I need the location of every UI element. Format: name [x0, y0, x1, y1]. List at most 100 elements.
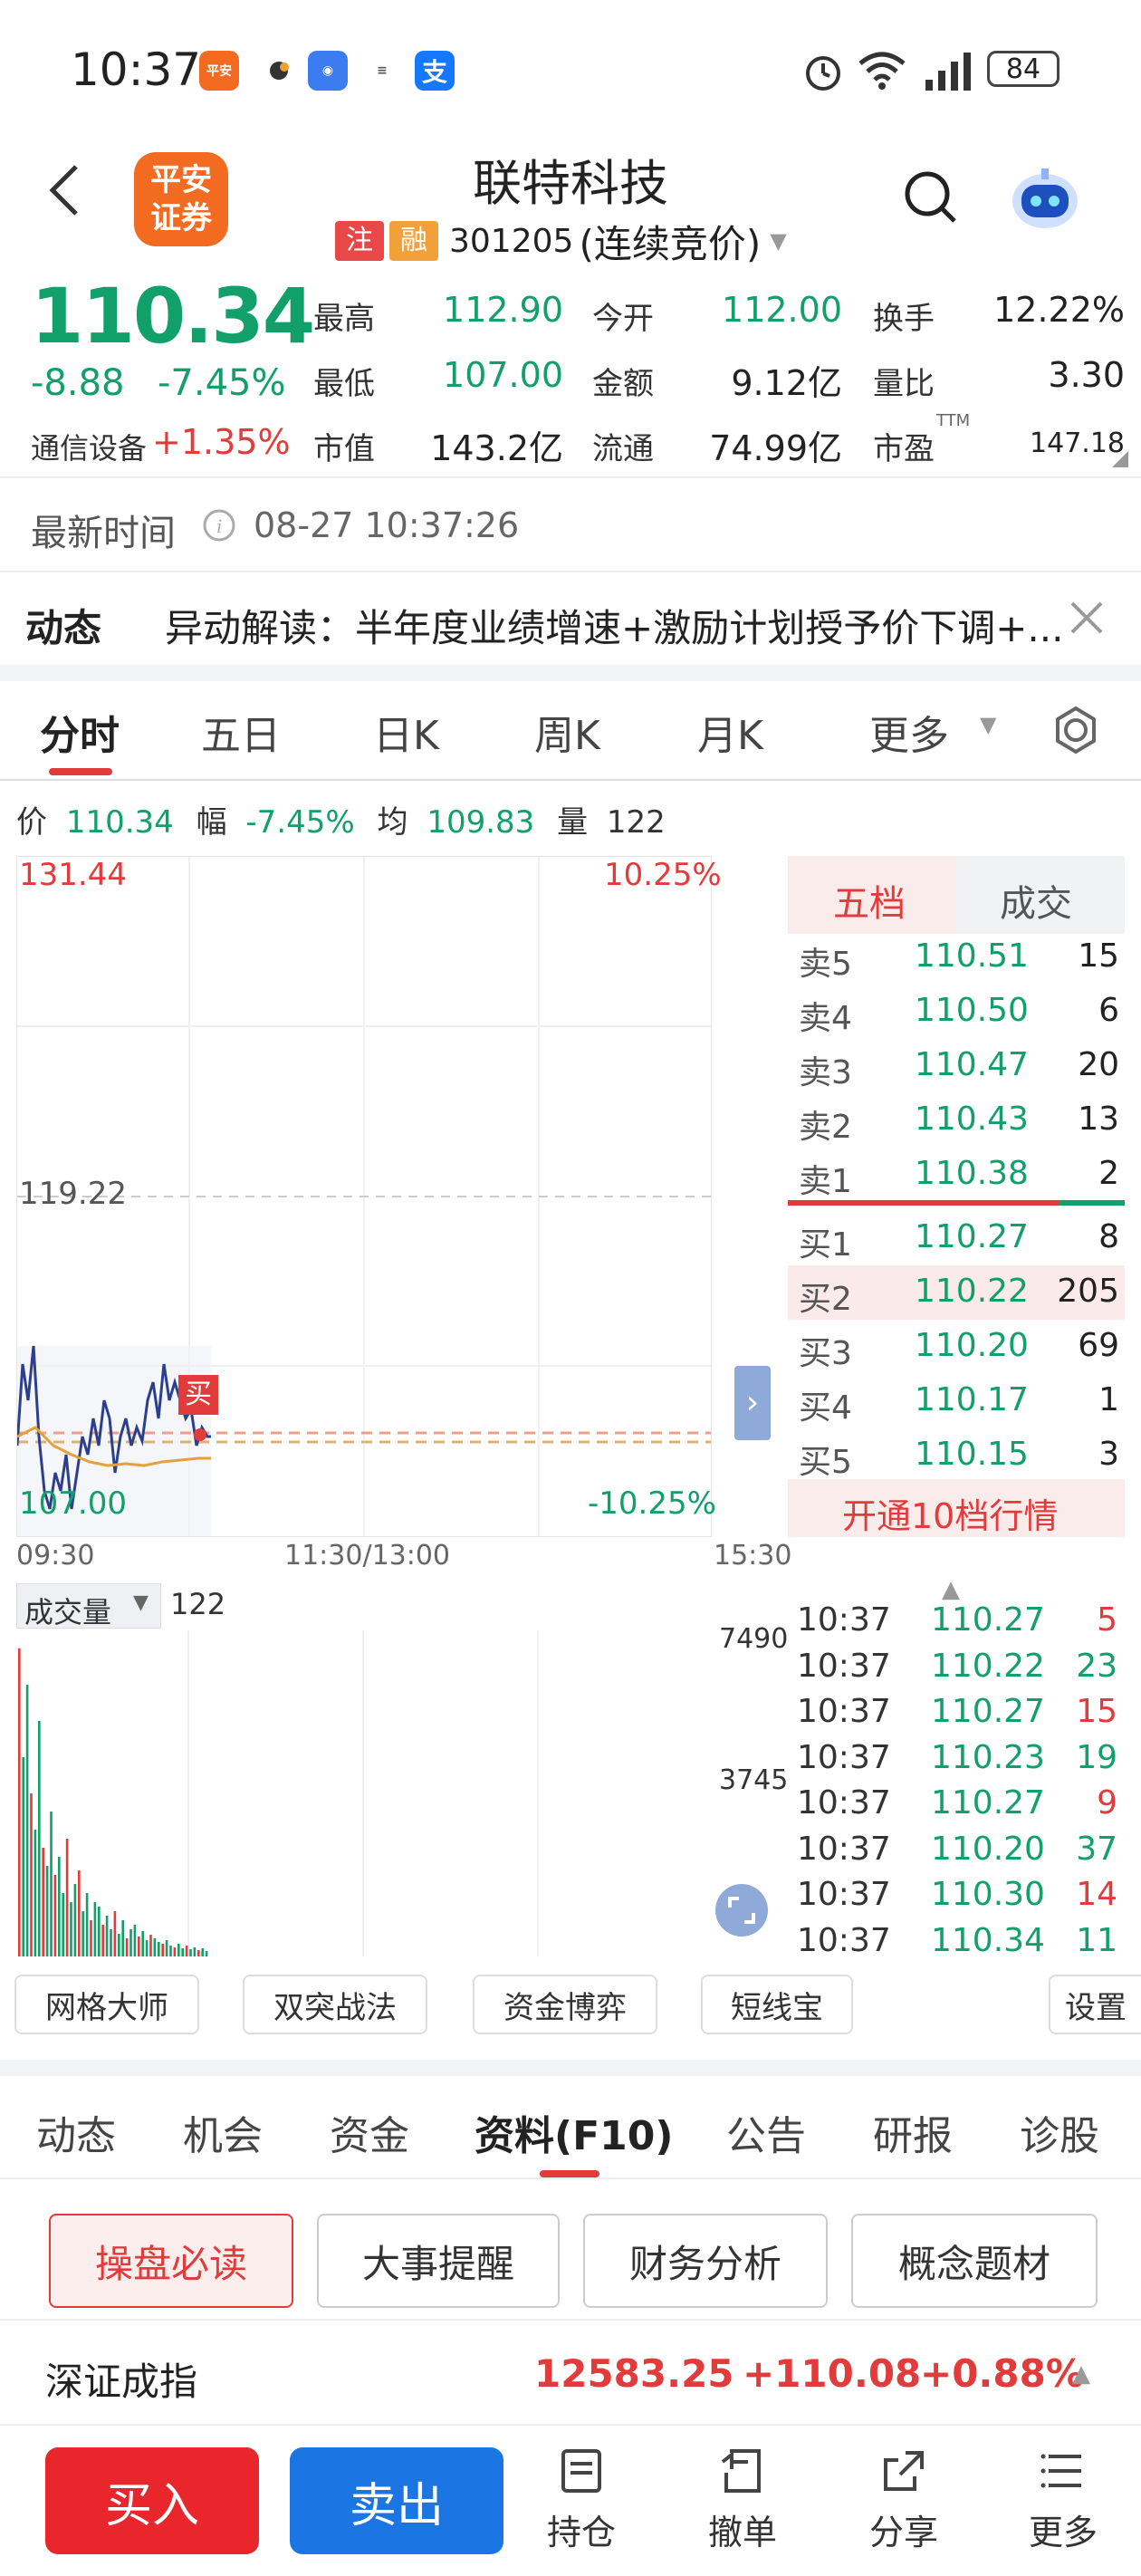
news-label: 动态 — [25, 606, 102, 650]
close-icon[interactable] — [1069, 600, 1105, 636]
asks-row[interactable]: 卖4 110.50 6 — [788, 985, 1125, 1039]
tick-price: 110.22 — [931, 1647, 1045, 1685]
btn-financials[interactable]: 财务分析 — [583, 2214, 828, 2308]
sector-name[interactable]: 通信设备 — [31, 426, 147, 467]
tick-volume: 15 — [1076, 1693, 1117, 1730]
sell-button[interactable]: 卖出 — [290, 2447, 503, 2554]
low-value: 107.00 — [443, 355, 563, 395]
nav-share[interactable]: 分享 — [849, 2446, 958, 2554]
expand-panel-icon[interactable]: › — [734, 1366, 771, 1440]
volume-bar — [153, 1938, 157, 1956]
nav-positions[interactable]: 持仓 — [527, 2446, 636, 2554]
tick-price: 110.27 — [931, 1693, 1045, 1730]
tick-price: 110.30 — [931, 1876, 1045, 1913]
asks-label: 卖3 — [799, 1054, 852, 1091]
btn-trading-must-read[interactable]: 操盘必读 — [49, 2214, 293, 2308]
asks-price: 110.47 — [915, 1046, 1029, 1083]
buy-button[interactable]: 买入 — [45, 2447, 259, 2554]
tab-research[interactable]: 研报 — [873, 2103, 953, 2161]
tab-announcements[interactable]: 公告 — [726, 2103, 806, 2161]
axis-bottom-price: 107.00 — [19, 1485, 127, 1522]
tool-short-term[interactable]: 短线宝 — [701, 1975, 853, 2034]
fullscreen-icon[interactable] — [714, 1882, 770, 1938]
stock-subtitle[interactable]: 注 融 301205 (连续竞价) ▼ — [335, 216, 787, 266]
ask-bid-divider-red — [788, 1200, 1060, 1206]
tab-monthly-k[interactable]: 月K — [697, 703, 763, 761]
info-icon[interactable]: i — [201, 507, 237, 543]
asks-row[interactable]: 卖5 110.51 15 — [788, 930, 1125, 985]
bids-price: 110.27 — [915, 1218, 1029, 1255]
asks-volume: 13 — [1078, 1101, 1119, 1138]
news-ticker[interactable]: 动态 异动解读：半年度业绩增速+激励计划授予价下调+... — [0, 571, 1141, 665]
tab-daily-k[interactable]: 日K — [373, 703, 439, 761]
price-change: -8.88 — [31, 362, 125, 404]
bids-row[interactable]: 买4 110.17 1 — [788, 1374, 1125, 1428]
tab-capital[interactable]: 资金 — [330, 2103, 409, 2161]
tab-trades[interactable]: 成交 — [956, 856, 1125, 934]
asks-row[interactable]: 卖1 110.38 2 — [788, 1148, 1125, 1202]
tool-grid-master[interactable]: 网格大师 — [14, 1975, 199, 2034]
volume-bar — [105, 1916, 109, 1956]
volume-bar — [129, 1929, 132, 1956]
pingan-app-icon: 平安 — [199, 51, 239, 91]
tab-more[interactable]: 更多 — [869, 703, 949, 761]
volume-selector[interactable]: 成交量 ▼ — [16, 1583, 161, 1629]
index-name: 深证成指 — [45, 2360, 198, 2404]
turnover-label: 换手 — [873, 301, 935, 337]
bids-row[interactable]: 买3 110.20 69 — [788, 1320, 1125, 1374]
tick-price: 110.27 — [931, 1784, 1045, 1821]
intraday-chart[interactable]: 131.44 10.25% 119.22 107.00 -10.25% 买 › — [16, 856, 771, 1537]
tab-opportunity[interactable]: 机会 — [183, 2103, 263, 2161]
volume-bar — [185, 1946, 188, 1956]
btn-events[interactable]: 大事提醒 — [317, 2214, 560, 2308]
buy-marker[interactable]: 买 — [178, 1375, 218, 1415]
volume-bar — [141, 1931, 144, 1956]
search-icon[interactable] — [902, 168, 960, 226]
asks-label: 卖2 — [799, 1109, 852, 1146]
tab-trades-label: 成交 — [1000, 883, 1072, 925]
asks-label: 卖4 — [799, 1000, 852, 1037]
volume-bar — [113, 1911, 117, 1956]
open-10-levels-button[interactable]: 开通10档行情 — [788, 1479, 1125, 1537]
nav-cancel-order[interactable]: 撤单 — [688, 2446, 797, 2554]
tab-weekly-k[interactable]: 周K — [534, 703, 600, 761]
bids-row[interactable]: 买5 110.15 3 — [788, 1428, 1125, 1483]
cancel-order-icon — [721, 2449, 761, 2493]
tab-5day[interactable]: 五日 — [201, 703, 281, 761]
volume-bar — [161, 1944, 164, 1956]
index-ticker[interactable]: 深证成指 12583.25 +110.08 +0.88% ▲ — [0, 2319, 1141, 2426]
volume-bar — [22, 1757, 24, 1956]
alarm-icon — [806, 56, 840, 91]
nav-more[interactable]: 更多 — [1009, 2446, 1117, 2554]
gear-icon[interactable] — [1050, 705, 1101, 755]
btn-concepts[interactable]: 概念题材 — [851, 2214, 1098, 2308]
signal-icon — [925, 53, 971, 91]
bids-row[interactable]: 买1 110.27 8 — [788, 1211, 1125, 1265]
sector-change: +1.35% — [152, 422, 291, 462]
tool-fund-game[interactable]: 资金博弈 — [473, 1975, 657, 2034]
tab-diagnosis[interactable]: 诊股 — [1020, 2103, 1099, 2161]
tab-dynamics[interactable]: 动态 — [36, 2103, 116, 2161]
volume-bar — [98, 1907, 101, 1956]
expand-corner-icon[interactable] — [1112, 451, 1128, 467]
tool-settings[interactable]: 设置 — [1049, 1975, 1141, 2034]
bids-row[interactable]: 买2 110.22 205 — [788, 1265, 1125, 1320]
tool-double-breakout[interactable]: 双突战法 — [243, 1975, 427, 2034]
tick-volume: 37 — [1076, 1830, 1117, 1868]
tick-time: 10:37 — [797, 1693, 891, 1730]
bids-volume: 3 — [1098, 1436, 1119, 1473]
axis-bottom-pct: -10.25% — [588, 1485, 716, 1522]
tab-intraday[interactable]: 分时 — [40, 703, 120, 761]
news-text[interactable]: 异动解读：半年度业绩增速+激励计划授予价下调+... — [165, 598, 1061, 653]
asks-row[interactable]: 卖3 110.47 20 — [788, 1039, 1125, 1093]
tab-five-levels[interactable]: 五档 — [788, 856, 956, 934]
robot-assistant-icon[interactable] — [1007, 159, 1083, 235]
bids-label: 买2 — [799, 1281, 852, 1318]
update-label: 最新时间 — [31, 513, 176, 554]
volume-bar — [118, 1934, 120, 1956]
price-change-pct: -7.45% — [158, 362, 286, 404]
collapse-arrow-icon[interactable]: ▲ — [1072, 2360, 1090, 2388]
asks-row[interactable]: 卖2 110.43 13 — [788, 1093, 1125, 1148]
tab-f10[interactable]: 资料(F10) — [475, 2103, 674, 2161]
tag-margin: 融 — [389, 221, 438, 261]
